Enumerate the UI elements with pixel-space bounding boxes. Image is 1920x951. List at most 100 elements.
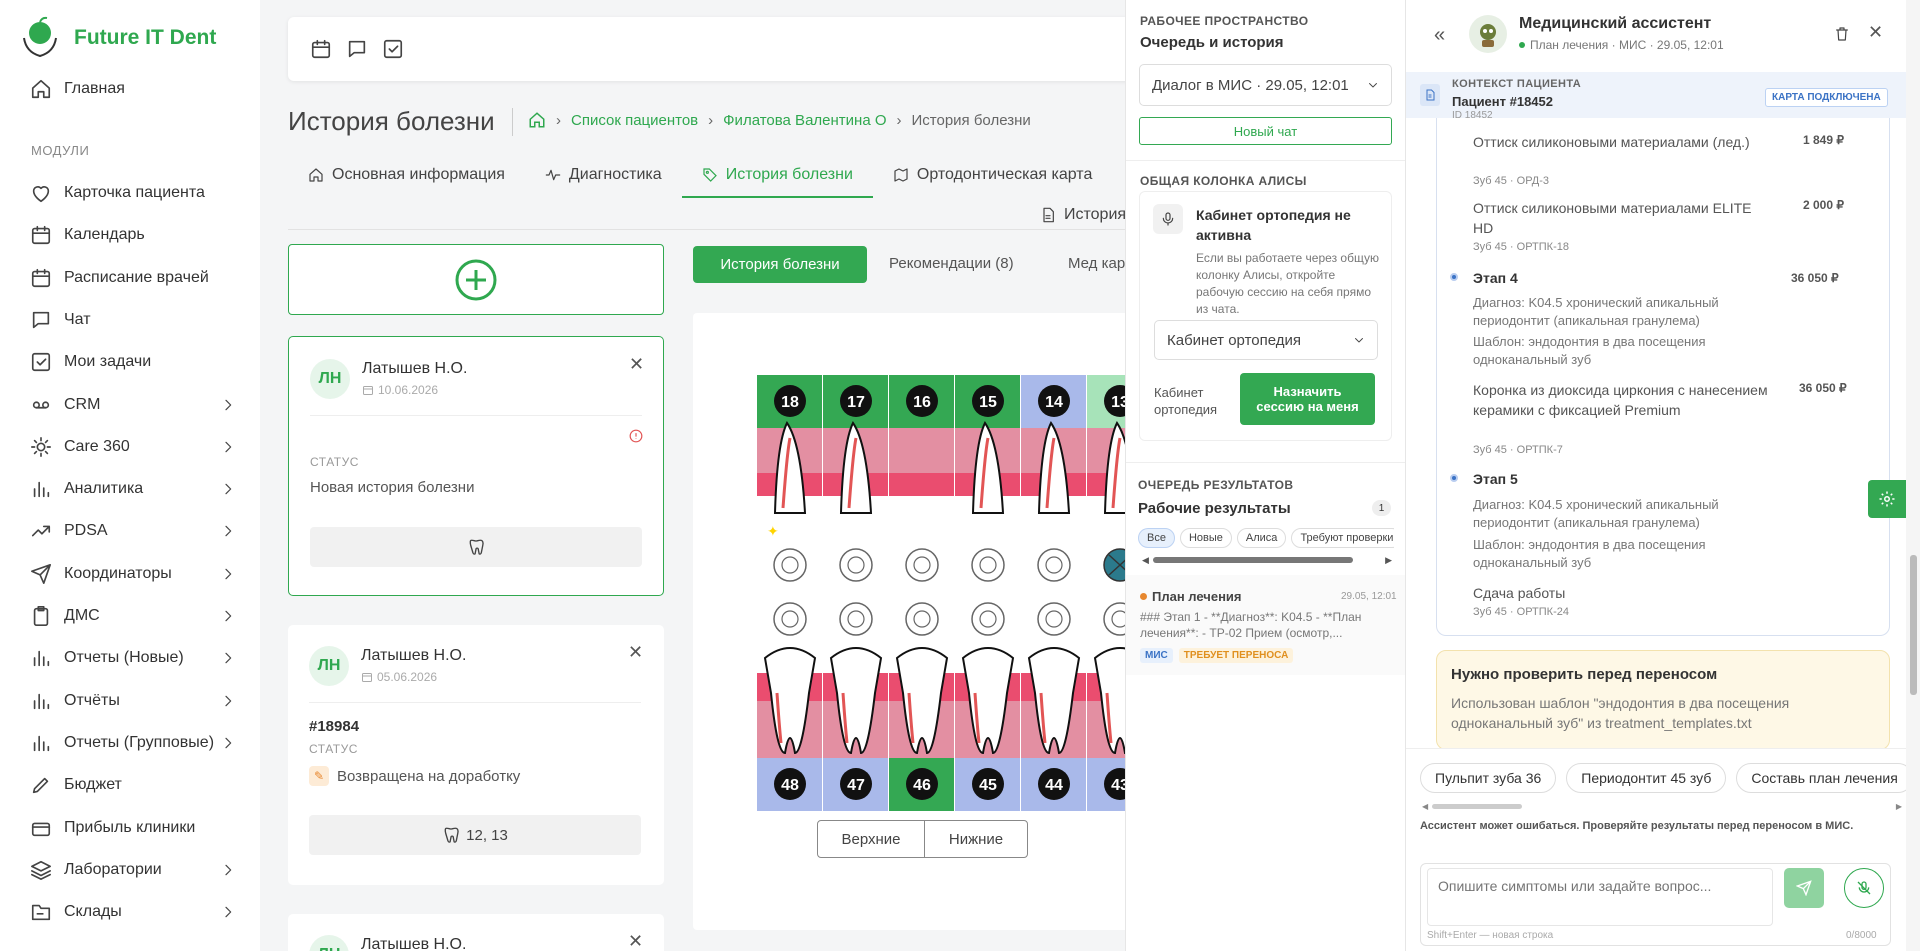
tab-main-info[interactable]: Основная информация [288, 160, 525, 198]
teeth-bar [310, 527, 642, 567]
filter-needs-check[interactable]: Требуют проверки [1291, 528, 1394, 548]
filters-scrollbar[interactable]: ◀ ▶ [1142, 555, 1392, 565]
breadcrumb-patients[interactable]: Список пациентов [571, 112, 698, 129]
cabinet-label: Кабинет ортопедия [1154, 385, 1218, 417]
document-icon [1420, 84, 1440, 106]
mic-off-icon [1857, 881, 1871, 895]
tab-history[interactable]: История болезни [681, 160, 873, 198]
calendar-icon [31, 226, 51, 245]
suggestions-scrollbar[interactable]: ◀ ▶ [1422, 802, 1902, 811]
sidebar-item-10[interactable]: Координаторы [0, 554, 260, 594]
filter-new[interactable]: Новые [1179, 528, 1232, 548]
upper-jaw-button[interactable]: Верхние [817, 820, 925, 858]
home-icon [309, 168, 323, 182]
sidebar-item-12[interactable]: Отчеты (Новые) [0, 638, 260, 678]
sidebar-item-11[interactable]: ДМС [0, 596, 260, 636]
tooth-number: 44 [1045, 777, 1063, 794]
assign-session-button[interactable]: Назначить сессию на меня [1240, 373, 1375, 425]
chat-icon[interactable] [346, 38, 368, 60]
avatar: ЛН [309, 646, 349, 686]
suggestion-chip[interactable]: Составь план лечения [1736, 763, 1906, 793]
sidebar-item-15[interactable]: Бюджет [0, 765, 260, 805]
apple-hands-logo-icon [23, 16, 57, 58]
breadcrumb-patient[interactable]: Филатова Валентина О [723, 112, 886, 129]
chevron-down-icon [1369, 83, 1377, 88]
cabinet-select[interactable]: Кабинет ортопедия [1154, 320, 1378, 360]
new-chat-button[interactable]: Новый чат [1139, 117, 1392, 145]
suggestion-chip[interactable]: Пульпит зуба 36 [1420, 763, 1557, 793]
calendar-icon[interactable] [310, 38, 332, 60]
sidebar-item-1[interactable]: Карточка пациента [0, 173, 260, 213]
trash-icon[interactable] [1834, 26, 1850, 42]
add-history-button[interactable] [288, 244, 664, 315]
tooth-surface-icon [773, 602, 807, 636]
app-logo[interactable]: Future IT Dent [18, 16, 216, 60]
chevron-right-icon [225, 526, 232, 537]
sidebar-item-16[interactable]: Прибыль клиники [0, 808, 260, 848]
tooth-root-band [889, 473, 954, 496]
filter-all[interactable]: Все [1138, 528, 1175, 548]
checkbox-icon[interactable] [382, 38, 404, 60]
star-mark: ✦ [767, 524, 779, 540]
tab-ortho-map[interactable]: Ортодонтическая карта [873, 160, 1112, 198]
collapse-icon[interactable]: « [1434, 24, 1445, 47]
sidebar-item-6[interactable]: CRM [0, 385, 260, 425]
sidebar-item-9[interactable]: PDSA [0, 511, 260, 551]
send-button[interactable] [1784, 868, 1824, 908]
sidebar-item-label: Мои задачи [64, 353, 152, 371]
sidebar-item-label: Прибыль клиники [64, 818, 196, 836]
close-icon[interactable]: ✕ [628, 931, 643, 951]
sidebar-item-4[interactable]: Чат [0, 300, 260, 340]
dialog-select[interactable]: Диалог в МИС · 29.05, 12:01 [1139, 64, 1392, 106]
history-card-2[interactable]: ЛН Латышев Н.О. 05.06.2026 ✕ #18984 СТАТ… [288, 625, 664, 885]
sidebar-item-label: Календарь [64, 226, 145, 244]
sidebar-item-label: Аналитика [64, 480, 144, 498]
stage-title: Этап 4 [1473, 270, 1518, 286]
sidebar-item-17[interactable]: Лаборатории [0, 850, 260, 890]
assistant-subtitle: План лечения · МИС · 29.05, 12:01 [1519, 38, 1724, 52]
sidebar-item-2[interactable]: Календарь [0, 215, 260, 255]
sidebar-item-home[interactable]: Главная [0, 69, 260, 109]
suggestion-chip[interactable]: Периодонтит 45 зуб [1566, 763, 1727, 793]
lower-jaw-button[interactable]: Нижние [924, 820, 1028, 858]
sidebar-item-3[interactable]: Расписание врачей [0, 258, 260, 298]
sidebar-item-5[interactable]: Мои задачи [0, 342, 260, 382]
history-card-3[interactable]: ЛН Латышев Н.О. ✕ [288, 914, 664, 951]
tooth-surface-icon [839, 602, 873, 636]
sidebar-item-8[interactable]: Аналитика [0, 469, 260, 509]
plan-item-code: Зуб 45 · ОРТПК-18 [1473, 241, 1569, 253]
content-tab-history[interactable]: История болезни [693, 246, 867, 283]
sidebar-item-18[interactable]: Склады [0, 892, 260, 932]
close-icon[interactable]: ✕ [628, 642, 643, 663]
assistant-panel: « Медицинский ассистент План лечения · М… [1405, 0, 1920, 951]
chevron-right-icon [225, 906, 232, 918]
sidebar-item-label: Расписание врачей [64, 268, 209, 286]
content-tab-recommendations[interactable]: Рекомендации (8) [889, 255, 1014, 272]
chat-input[interactable] [1427, 868, 1773, 926]
sidebar-item-13[interactable]: Отчёты [0, 681, 260, 721]
sidebar-item-label: Главная [64, 80, 125, 97]
teeth-bar: 12, 13 [309, 815, 641, 855]
home-icon[interactable] [528, 111, 546, 129]
avatar: ЛН [309, 935, 349, 951]
scrollbar[interactable] [1906, 0, 1920, 951]
input-hint: Shift+Enter — новая строка [1427, 930, 1554, 941]
bars-icon [33, 735, 50, 752]
history-card-1[interactable]: ЛН Латышев Н.О. 10.06.2026 ✕ СТАТУС Нова… [288, 336, 664, 596]
suggestions: Пульпит зуба 36 Периодонтит 45 зуб Соста… [1420, 763, 1906, 793]
close-icon[interactable]: ✕ [629, 354, 644, 375]
mic-off-button[interactable] [1844, 868, 1884, 908]
result-item[interactable]: План лечения 29.05, 12:01 ### Этап 1 - *… [1126, 575, 1406, 675]
tab-diagnostics[interactable]: Диагностика [525, 160, 682, 198]
workspace-label: РАБОЧЕЕ ПРОСТРАНСТВО [1140, 14, 1309, 28]
sidebar-item-14[interactable]: Отчеты (Групповые) [0, 723, 260, 763]
sidebar-item-7[interactable]: Care 360 [0, 427, 260, 467]
stage-diagnosis: Диагноз: K04.5 хронический апикальный пе… [1473, 295, 1719, 328]
chevron-right-icon [225, 441, 232, 453]
result-title: План лечения [1152, 589, 1242, 604]
disclaimer: Ассистент может ошибаться. Проверяйте ре… [1420, 820, 1854, 832]
breadcrumb-current: История болезни [911, 111, 1031, 129]
settings-button[interactable] [1868, 480, 1906, 518]
filter-alisa[interactable]: Алиса [1236, 528, 1287, 548]
close-icon[interactable]: ✕ [1868, 22, 1883, 43]
